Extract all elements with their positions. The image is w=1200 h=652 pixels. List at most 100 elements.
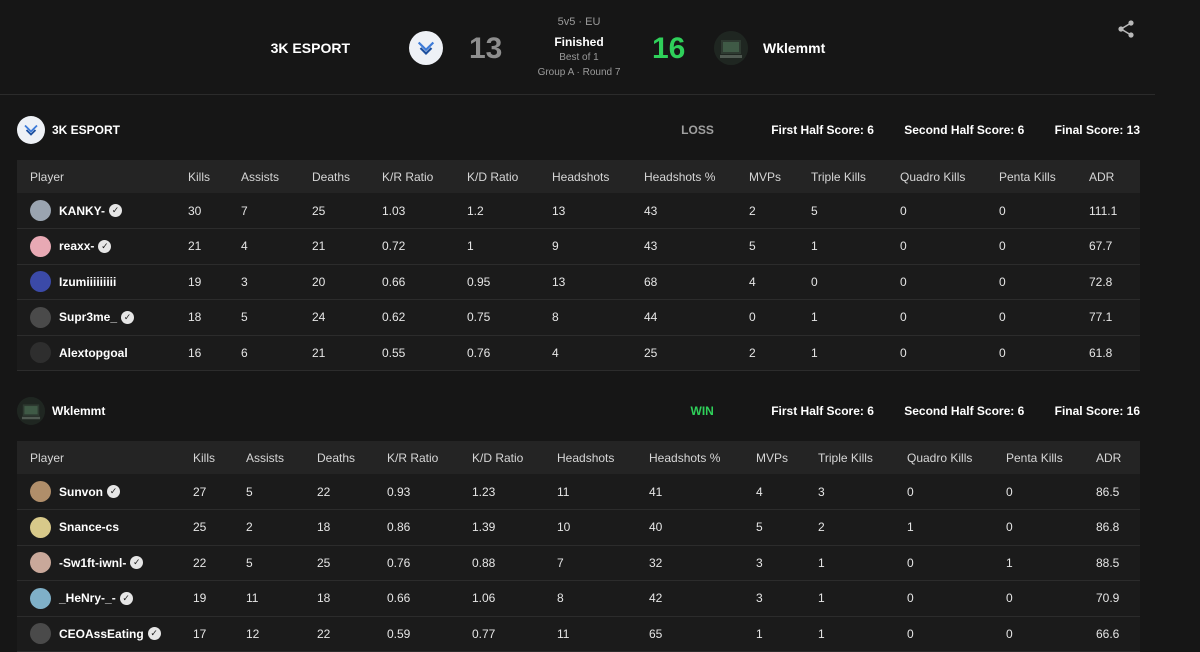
stat-headshots: 4 (539, 335, 631, 371)
player-name[interactable]: Sunvon (59, 485, 103, 499)
column-header-kr-ratio[interactable]: K/R Ratio (369, 160, 454, 193)
column-header-kills[interactable]: Kills (180, 441, 233, 474)
team-right-logo-icon[interactable] (714, 31, 748, 65)
table-row[interactable]: Alextopgoal 16 6 21 0.55 0.76 4 25 2 1 0 0 61.8 (17, 335, 1140, 371)
stat-quadro-kills: 0 (894, 545, 993, 581)
team-name[interactable]: 3K ESPORT (52, 123, 120, 137)
column-header-triple-kills[interactable]: Triple Kills (805, 441, 894, 474)
player-name[interactable]: Supr3me_ (59, 310, 117, 324)
table-row[interactable]: -Sw1ft-iwnl- ✓ 22 5 25 0.76 0.88 7 32 3 1 0 1 88.5 (17, 545, 1140, 581)
stat-kills: 25 (180, 509, 233, 546)
stat-quadro-kills: 0 (894, 616, 993, 652)
player-name[interactable]: Izumiiiiiiiii (59, 275, 116, 289)
table-row[interactable]: _HeNry-_- ✓ 19 11 18 0.66 1.06 8 42 3 1 0 0 70.9 (17, 580, 1140, 617)
stat-adr: 88.5 (1083, 545, 1140, 581)
avatar[interactable] (30, 623, 51, 645)
stat-kills: 19 (180, 580, 233, 617)
column-header-assists[interactable]: Assists (233, 441, 304, 474)
avatar[interactable] (30, 235, 51, 257)
column-header-triple-kills[interactable]: Triple Kills (798, 160, 887, 193)
stat-penta-kills: 0 (993, 474, 1083, 510)
column-header-penta-kills[interactable]: Penta Kills (986, 160, 1076, 193)
stat-headshots-pct: 44 (631, 299, 736, 336)
score-left: 13 (469, 32, 503, 65)
avatar[interactable] (30, 481, 51, 502)
stat-penta-kills: 0 (986, 228, 1076, 265)
column-header-kills[interactable]: Kills (175, 160, 228, 193)
column-header-assists[interactable]: Assists (228, 160, 299, 193)
team-section-1: 3K ESPORT LOSS First Half Score: 6 Secon… (17, 116, 1140, 371)
column-header-kd-ratio[interactable]: K/D Ratio (454, 160, 539, 193)
stat-kd-ratio: 0.95 (454, 264, 539, 300)
player-name[interactable]: Snance-cs (59, 520, 119, 534)
table-row[interactable]: Snance-cs 25 2 18 0.86 1.39 10 40 5 2 1 0 86.8 (17, 509, 1140, 546)
column-header-penta-kills[interactable]: Penta Kills (993, 441, 1083, 474)
stat-kr-ratio: 1.03 (369, 193, 454, 229)
column-header-quadro-kills[interactable]: Quadro Kills (887, 160, 986, 193)
stat-kills: 22 (180, 545, 233, 581)
avatar[interactable] (30, 200, 51, 221)
stat-penta-kills: 0 (986, 335, 1076, 371)
column-header-kd-ratio[interactable]: K/D Ratio (459, 441, 544, 474)
avatar[interactable] (30, 306, 51, 328)
table-row[interactable]: KANKY- ✓ 30 7 25 1.03 1.2 13 43 2 5 0 0 111.1 (17, 193, 1140, 229)
column-header-adr[interactable]: ADR (1076, 160, 1140, 193)
final-score: Final Score: 16 (1054, 404, 1140, 418)
stat-adr: 61.8 (1076, 335, 1140, 371)
column-header-kr-ratio[interactable]: K/R Ratio (374, 441, 459, 474)
column-header-headshots[interactable]: Headshots (539, 160, 631, 193)
avatar[interactable] (30, 516, 51, 538)
team-right-name[interactable]: Wklemmt (763, 40, 825, 56)
column-header-player[interactable]: Player (17, 160, 175, 193)
player-cell: -Sw1ft-iwnl- ✓ (17, 545, 180, 581)
match-info: 5v5 · EU Finished Best of 1 Group A · Ro… (529, 16, 629, 78)
column-header-adr[interactable]: ADR (1083, 441, 1140, 474)
stat-kd-ratio: 0.75 (454, 299, 539, 336)
stat-penta-kills: 0 (993, 616, 1083, 652)
column-header-player[interactable]: Player (17, 441, 180, 474)
share-icon[interactable] (1116, 19, 1136, 39)
column-header-quadro-kills[interactable]: Quadro Kills (894, 441, 993, 474)
column-header-headshots[interactable]: Headshots (544, 441, 636, 474)
team-left-name[interactable]: 3K ESPORT (271, 40, 350, 56)
stat-assists: 7 (228, 193, 299, 229)
stat-triple-kills: 1 (805, 580, 894, 617)
verified-icon: ✓ (121, 310, 135, 324)
player-name[interactable]: reaxx- (59, 239, 94, 253)
column-header-mvps[interactable]: MVPs (743, 441, 805, 474)
match-best-of: Best of 1 (559, 52, 599, 63)
player-name[interactable]: -Sw1ft-iwnl- (59, 556, 126, 570)
team-logo-icon[interactable] (17, 397, 45, 425)
stat-triple-kills: 1 (805, 616, 894, 652)
avatar[interactable] (30, 271, 51, 293)
column-header-headshots-pct[interactable]: Headshots % (631, 160, 736, 193)
player-name[interactable]: Alextopgoal (59, 346, 128, 360)
team-name[interactable]: Wklemmt (52, 404, 105, 418)
avatar[interactable] (30, 587, 51, 609)
stat-quadro-kills: 0 (887, 193, 986, 229)
table-row[interactable]: reaxx- ✓ 21 4 21 0.72 1 9 43 5 1 0 0 67.7 (17, 228, 1140, 265)
player-name[interactable]: CEOAssEating (59, 627, 144, 641)
table-row[interactable]: Supr3me_ ✓ 18 5 24 0.62 0.75 8 44 0 1 0 0 77.1 (17, 299, 1140, 336)
team-section-header: 3K ESPORT LOSS First Half Score: 6 Secon… (17, 116, 1140, 160)
column-header-mvps[interactable]: MVPs (736, 160, 798, 193)
avatar[interactable] (30, 552, 51, 574)
column-header-deaths[interactable]: Deaths (304, 441, 374, 474)
player-cell: Izumiiiiiiiii (17, 264, 175, 300)
team-left-logo-icon[interactable] (409, 31, 443, 65)
result-badge: LOSS (681, 123, 714, 137)
player-name[interactable]: _HeNry-_- (59, 591, 116, 605)
stat-deaths: 22 (304, 474, 374, 510)
column-header-headshots-pct[interactable]: Headshots % (636, 441, 743, 474)
team-logo-icon[interactable] (17, 116, 45, 144)
table-row[interactable]: Sunvon ✓ 27 5 22 0.93 1.23 11 41 4 3 0 0 86.5 (17, 474, 1140, 510)
player-name[interactable]: KANKY- (59, 204, 105, 218)
player-cell: Alextopgoal (17, 335, 175, 371)
avatar[interactable] (30, 342, 51, 364)
stat-mvps: 2 (736, 193, 798, 229)
table-row[interactable]: Izumiiiiiiiii 19 3 20 0.66 0.95 13 68 4 0 0 0 72.8 (17, 264, 1140, 300)
table-row[interactable]: CEOAssEating ✓ 17 12 22 0.59 0.77 11 65 1 1 0 0 66.6 (17, 616, 1140, 652)
column-header-deaths[interactable]: Deaths (299, 160, 369, 193)
stat-assists: 2 (233, 509, 304, 546)
player-cell: Snance-cs (17, 509, 180, 546)
